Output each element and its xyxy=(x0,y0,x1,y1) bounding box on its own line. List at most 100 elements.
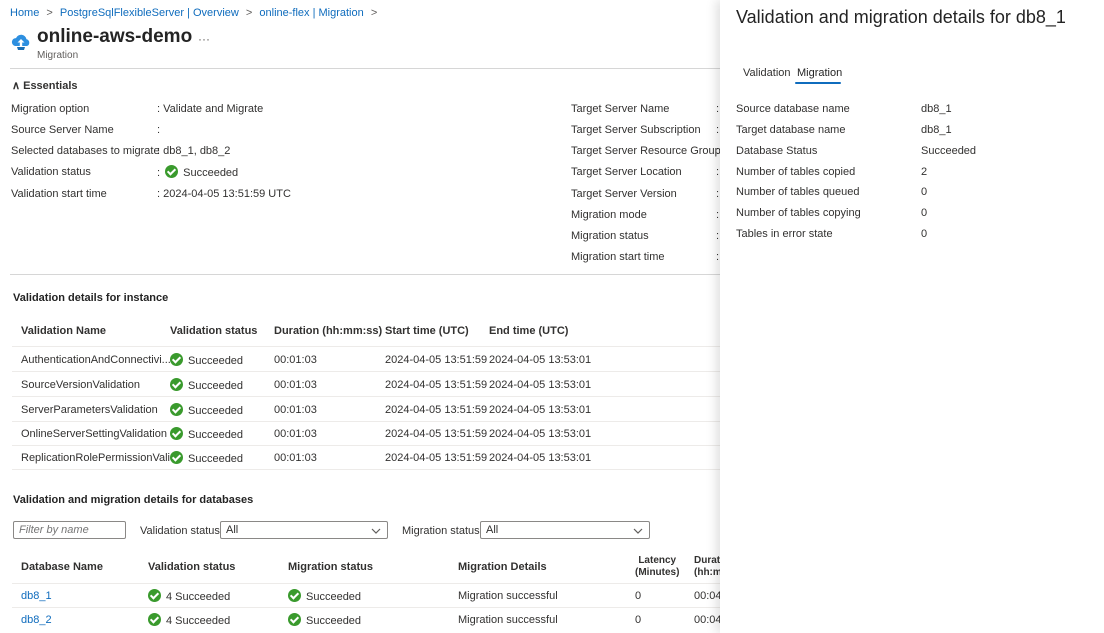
header-divider xyxy=(10,68,720,69)
validation-status-cell: Succeeded xyxy=(170,451,243,465)
status-text: Succeeded xyxy=(306,591,362,603)
column-header-line: (Minutes) xyxy=(635,567,680,578)
essentials-value: : db8_1, db8_2 xyxy=(157,145,231,157)
database-link-db8-1[interactable]: db8_1 xyxy=(21,590,52,602)
success-check-icon xyxy=(170,353,183,366)
essentials-colon: : xyxy=(157,167,161,179)
success-check-icon xyxy=(288,613,301,626)
column-header[interactable]: Migration Details xyxy=(458,561,547,573)
column-header[interactable]: Migration status xyxy=(288,561,373,573)
validation-filter-label: Validation status xyxy=(140,525,220,537)
column-header-duration[interactable]: Durati (hh:mi xyxy=(694,555,720,579)
column-header[interactable]: Validation status xyxy=(148,561,235,573)
validation-section-title: Validation details for instance xyxy=(13,292,169,304)
essentials-label: Migration mode xyxy=(571,209,647,221)
field-label: Database Status xyxy=(736,145,818,157)
essentials-colon: : xyxy=(716,251,720,263)
column-header[interactable]: Database Name xyxy=(21,561,103,573)
essentials-label: Target Server Version xyxy=(571,188,677,200)
essentials-colon: : xyxy=(716,145,720,157)
duration-cell: 00:01:03 xyxy=(274,379,317,391)
validation-status-cell: Succeeded xyxy=(170,378,243,392)
migration-details-cell: Migration successful xyxy=(458,590,558,602)
validation-status-text: Succeeded xyxy=(183,167,239,179)
page-subtitle: Migration xyxy=(37,50,79,61)
success-check-icon xyxy=(288,589,301,602)
essentials-label: Target Server Location xyxy=(571,166,682,178)
essentials-colon: : xyxy=(716,209,720,221)
latency-cell: 0 xyxy=(635,614,642,626)
end-time-cell: 2024-04-05 13:53:01 xyxy=(489,452,592,464)
status-text: Succeeded xyxy=(188,355,244,367)
column-header[interactable]: Start time (UTC) xyxy=(385,325,469,337)
success-check-icon xyxy=(170,378,183,391)
field-value: 2 xyxy=(921,166,928,178)
duration-cell: 00:04: xyxy=(694,590,720,602)
row-divider xyxy=(12,445,720,446)
column-header[interactable]: Validation Name xyxy=(21,325,106,337)
start-time-cell: 2024-04-05 13:51:59 xyxy=(385,428,488,440)
column-header-line: Durati xyxy=(694,555,720,566)
status-text: 4 Succeeded xyxy=(166,615,231,627)
status-text: Succeeded xyxy=(306,615,362,627)
essentials-divider xyxy=(10,274,720,275)
validation-name-cell: AuthenticationAndConnectivi... xyxy=(21,354,171,366)
migration-status-cell: Succeeded xyxy=(288,589,361,603)
tab-validation[interactable]: Validation xyxy=(743,67,791,79)
success-check-icon xyxy=(165,165,179,178)
essentials-toggle[interactable]: ∧ Essentials xyxy=(12,79,78,92)
validation-status-value: : Succeeded xyxy=(157,165,238,179)
start-time-cell: 2024-04-05 13:51:59 xyxy=(385,379,488,391)
more-options-button[interactable]: ··· xyxy=(198,32,210,46)
migration-details-cell: Migration successful xyxy=(458,614,558,626)
migration-status-dropdown[interactable]: All xyxy=(480,521,650,539)
column-header[interactable]: Validation status xyxy=(170,325,257,337)
field-label: Number of tables copying xyxy=(736,207,861,219)
database-link-db8-2[interactable]: db8_2 xyxy=(21,614,52,626)
panel-title: Validation and migration details for db8… xyxy=(736,7,1066,27)
page-title: online-aws-demo xyxy=(37,26,193,47)
essentials-label: Validation status xyxy=(11,166,91,178)
column-header[interactable]: Duration (hh:mm:ss) xyxy=(274,325,382,337)
breadcrumb-separator: > xyxy=(370,7,378,19)
column-header-line: Latency xyxy=(638,555,677,566)
essentials-value: : xyxy=(157,124,161,136)
validation-status-dropdown[interactable]: All xyxy=(220,521,388,539)
dropdown-value: All xyxy=(486,524,499,536)
latency-cell: 0 xyxy=(635,590,642,602)
essentials-colon: : xyxy=(716,103,720,115)
field-value: 0 xyxy=(921,228,928,240)
duration-cell: 00:01:03 xyxy=(274,452,317,464)
essentials-colon: : xyxy=(716,166,720,178)
breadcrumb-home[interactable]: Home xyxy=(10,7,39,19)
breadcrumb-migration[interactable]: online-flex | Migration xyxy=(259,7,363,19)
field-value: 0 xyxy=(921,207,928,219)
success-check-icon xyxy=(170,451,183,464)
column-header-latency[interactable]: Latency (Minutes) xyxy=(635,555,679,579)
column-header[interactable]: End time (UTC) xyxy=(489,325,568,337)
start-time-cell: 2024-04-05 13:51:59 xyxy=(385,404,488,416)
status-text: Succeeded xyxy=(188,453,244,465)
filter-by-name-input[interactable] xyxy=(13,521,126,539)
end-time-cell: 2024-04-05 13:53:01 xyxy=(489,404,592,416)
status-text: Succeeded xyxy=(188,405,244,417)
essentials-value: : 2024-04-05 13:51:59 UTC xyxy=(157,188,291,200)
essentials-label: Validation start time xyxy=(11,188,107,200)
validation-status-cell: Succeeded xyxy=(170,403,243,417)
start-time-cell: 2024-04-05 13:51:59 xyxy=(385,354,488,366)
essentials-colon: : xyxy=(716,230,720,242)
row-divider xyxy=(12,396,720,397)
row-divider xyxy=(12,421,720,422)
field-label: Tables in error state xyxy=(736,228,833,240)
essentials-colon: : xyxy=(716,124,720,136)
field-value: db8_1 xyxy=(921,103,952,115)
migration-filter-label: Migration status xyxy=(402,525,480,537)
header-row-divider xyxy=(12,346,720,347)
essentials-label: Target Server Name xyxy=(571,103,670,115)
breadcrumb-server-overview[interactable]: PostgreSqlFlexibleServer | Overview xyxy=(60,7,239,19)
migration-status-cell: Succeeded xyxy=(288,613,361,627)
chevron-down-icon xyxy=(633,528,643,534)
validation-name-cell: OnlineServerSettingValidation xyxy=(21,428,167,440)
essentials-label: Selected databases to migrate xyxy=(11,145,160,157)
tab-migration[interactable]: Migration xyxy=(797,67,842,79)
